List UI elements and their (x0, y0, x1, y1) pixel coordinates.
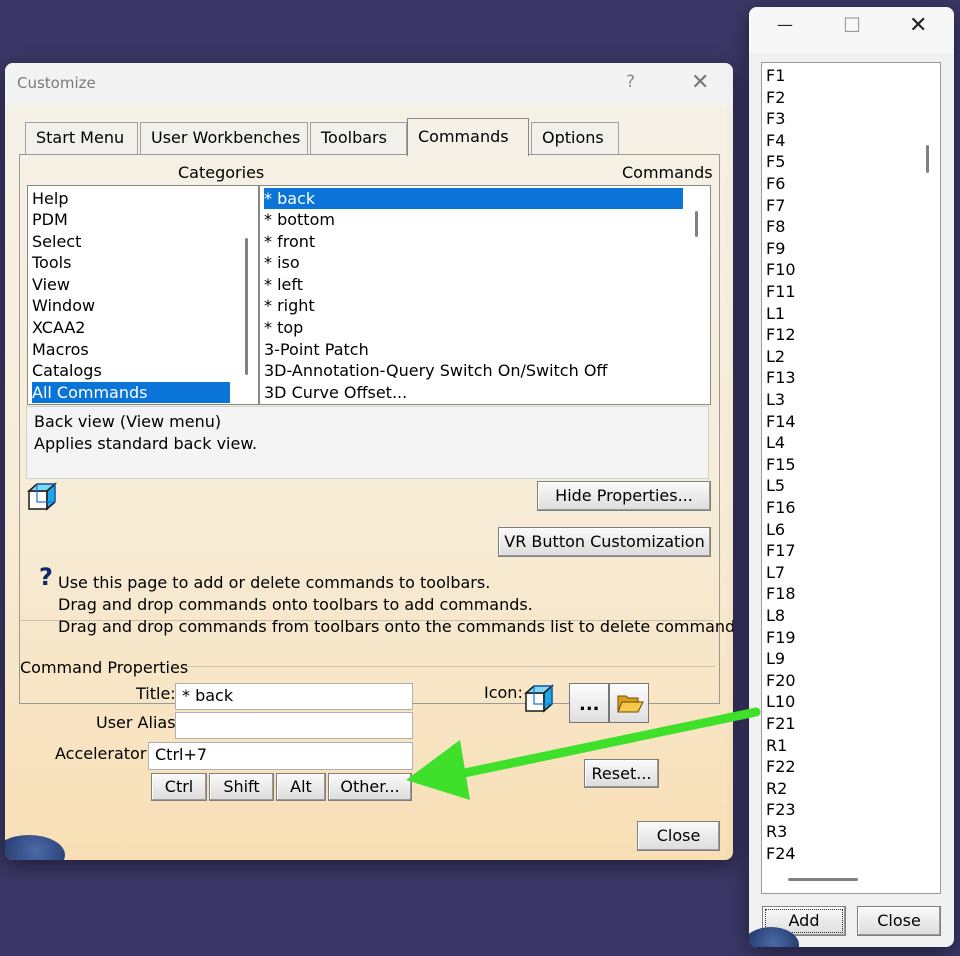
tab-commands[interactable]: Commands (407, 118, 529, 156)
annotation-arrow-head (406, 740, 470, 800)
annotation-arrow-line (450, 707, 761, 780)
